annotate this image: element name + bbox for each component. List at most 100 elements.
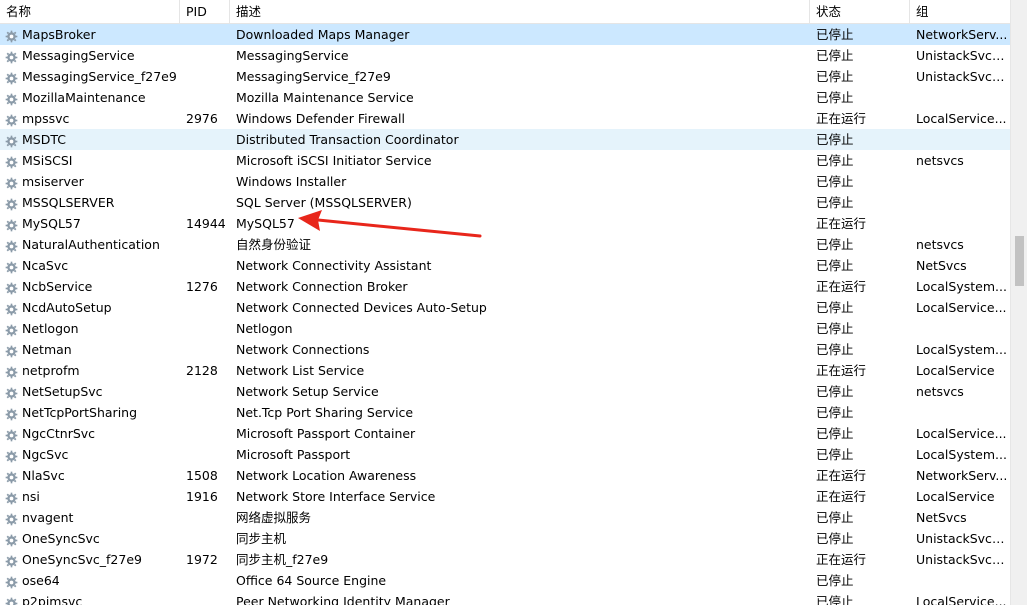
- service-status: 已停止: [816, 69, 854, 84]
- service-row[interactable]: NetTcpPortSharing Net.Tcp Port Sharing Se…: [0, 402, 1010, 423]
- service-row[interactable]: NlaSvc 1508 Network Location Awareness 正在运行…: [0, 465, 1010, 486]
- service-row[interactable]: OneSyncSvc_f27e9 1972 同步主机_f27e9 正在运行 Unista…: [0, 549, 1010, 570]
- service-name-cell: MSDTC: [0, 129, 180, 150]
- service-name-cell: NcbService: [0, 276, 180, 297]
- service-group: LocalSystem...: [916, 342, 1007, 357]
- service-status: 正在运行: [816, 363, 867, 378]
- service-group: LocalService...: [916, 594, 1007, 605]
- service-row[interactable]: MySQL57 14944 MySQL57 正在运行: [0, 213, 1010, 234]
- service-description: Mozilla Maintenance Service: [236, 90, 414, 105]
- service-row[interactable]: ose64 Office 64 Source Engine 已停止: [0, 570, 1010, 591]
- service-row[interactable]: NcaSvc Network Connectivity Assistant 已停止 N…: [0, 255, 1010, 276]
- service-pid: [180, 570, 230, 591]
- vertical-scrollbar[interactable]: [1010, 0, 1027, 605]
- service-name-cell: MessagingService_f27e9: [0, 66, 180, 87]
- service-name: NlaSvc: [22, 468, 65, 483]
- service-row[interactable]: Netman Network Connections 已停止 LocalSystem.…: [0, 339, 1010, 360]
- service-group: [910, 213, 1010, 234]
- service-row[interactable]: OneSyncSvc 同步主机 已停止 UnistackSvcG...: [0, 528, 1010, 549]
- service-row[interactable]: MozillaMaintenance Mozilla Maintenance Se…: [0, 87, 1010, 108]
- service-pid: [180, 318, 230, 339]
- service-row[interactable]: Netlogon Netlogon 已停止: [0, 318, 1010, 339]
- service-description: Network Setup Service: [236, 384, 379, 399]
- service-pid: [180, 591, 230, 605]
- column-header-description[interactable]: 描述: [230, 0, 810, 23]
- service-name-cell: NetSetupSvc: [0, 381, 180, 402]
- service-description: 自然身份验证: [236, 237, 312, 252]
- service-name: OneSyncSvc_f27e9: [22, 552, 142, 567]
- service-row[interactable]: nsi 1916 Network Store Interface Service 正在…: [0, 486, 1010, 507]
- service-description: 同步主机: [236, 531, 287, 546]
- service-gear-icon: [5, 490, 18, 505]
- service-group: UnistackSvcG...: [916, 48, 1010, 63]
- service-description: MessagingService_f27e9: [236, 69, 391, 84]
- service-row[interactable]: MSiSCSI Microsoft iSCSI Initiator Service…: [0, 150, 1010, 171]
- service-row[interactable]: nvagent 网络虚拟服务 已停止 NetSvcs: [0, 507, 1010, 528]
- service-status: 已停止: [816, 594, 854, 605]
- service-name: MozillaMaintenance: [22, 90, 146, 105]
- service-status: 已停止: [816, 153, 854, 168]
- service-pid: [180, 87, 230, 108]
- service-name-cell: MapsBroker: [0, 24, 180, 45]
- service-status: 已停止: [816, 237, 854, 252]
- service-name: MSSQLSERVER: [22, 195, 115, 210]
- service-row[interactable]: MessagingService MessagingService 已停止 Unist…: [0, 45, 1010, 66]
- service-pid: [180, 66, 230, 87]
- column-header-name[interactable]: 名称: [0, 0, 180, 23]
- service-row[interactable]: netprofm 2128 Network List Service 正在运行 Loca…: [0, 360, 1010, 381]
- service-group: [910, 402, 1010, 423]
- column-header-pid[interactable]: PID: [180, 0, 230, 23]
- service-name-cell: NaturalAuthentication: [0, 234, 180, 255]
- service-row[interactable]: NcdAutoSetup Network Connected Devices Au…: [0, 297, 1010, 318]
- service-gear-icon: [5, 595, 18, 605]
- service-description: 网络虚拟服务: [236, 510, 312, 525]
- service-row[interactable]: MessagingService_f27e9 MessagingService_f…: [0, 66, 1010, 87]
- service-name: MessagingService: [22, 48, 135, 63]
- service-row[interactable]: NgcSvc Microsoft Passport 已停止 LocalSystem..…: [0, 444, 1010, 465]
- service-name-cell: MozillaMaintenance: [0, 87, 180, 108]
- service-pid: [180, 507, 230, 528]
- service-group: NetworkServ...: [916, 468, 1008, 483]
- service-status: 正在运行: [816, 216, 867, 231]
- service-row[interactable]: p2pimsvc Peer Networking Identity Manager…: [0, 591, 1010, 605]
- service-row[interactable]: NcbService 1276 Network Connection Broker 正…: [0, 276, 1010, 297]
- column-header-group[interactable]: 组: [910, 0, 1010, 23]
- service-row[interactable]: MapsBroker Downloaded Maps Manager 已停止 Netw…: [0, 24, 1010, 45]
- service-status: 已停止: [816, 510, 854, 525]
- service-description: Windows Installer: [236, 174, 347, 189]
- service-name: nsi: [22, 489, 40, 504]
- scrollbar-thumb[interactable]: [1015, 236, 1024, 286]
- service-pid: [180, 129, 230, 150]
- service-description: Network Connected Devices Auto-Setup: [236, 300, 487, 315]
- service-status: 已停止: [816, 573, 854, 588]
- service-pid: [180, 150, 230, 171]
- service-row[interactable]: NgcCtnrSvc Microsoft Passport Container 已停…: [0, 423, 1010, 444]
- service-group: netsvcs: [916, 237, 964, 252]
- service-gear-icon: [5, 574, 18, 589]
- column-header-status[interactable]: 状态: [810, 0, 910, 23]
- service-status: 已停止: [816, 426, 854, 441]
- service-name-cell: OneSyncSvc: [0, 528, 180, 549]
- service-pid: [180, 339, 230, 360]
- service-description: SQL Server (MSSQLSERVER): [236, 195, 412, 210]
- service-row[interactable]: MSSQLSERVER SQL Server (MSSQLSERVER) 已停止: [0, 192, 1010, 213]
- service-status: 正在运行: [816, 552, 867, 567]
- service-name: Netlogon: [22, 321, 79, 336]
- service-row[interactable]: NaturalAuthentication 自然身份验证 已停止 netsvcs: [0, 234, 1010, 255]
- service-pid: [180, 528, 230, 549]
- service-gear-icon: [5, 532, 18, 547]
- service-group: [910, 318, 1010, 339]
- service-row[interactable]: MSDTC Distributed Transaction Coordinator…: [0, 129, 1010, 150]
- service-status: 已停止: [816, 531, 854, 546]
- service-name: MSDTC: [22, 132, 66, 147]
- service-row[interactable]: msiserver Windows Installer 已停止: [0, 171, 1010, 192]
- service-name-cell: mpssvc: [0, 108, 180, 129]
- service-gear-icon: [5, 259, 18, 274]
- service-pid: [180, 423, 230, 444]
- service-pid: [180, 45, 230, 66]
- service-pid: [180, 297, 230, 318]
- service-row[interactable]: mpssvc 2976 Windows Defender Firewall 正在运行 L…: [0, 108, 1010, 129]
- service-row[interactable]: NetSetupSvc Network Setup Service 已停止 netsv…: [0, 381, 1010, 402]
- service-gear-icon: [5, 406, 18, 421]
- service-group: [910, 129, 1010, 150]
